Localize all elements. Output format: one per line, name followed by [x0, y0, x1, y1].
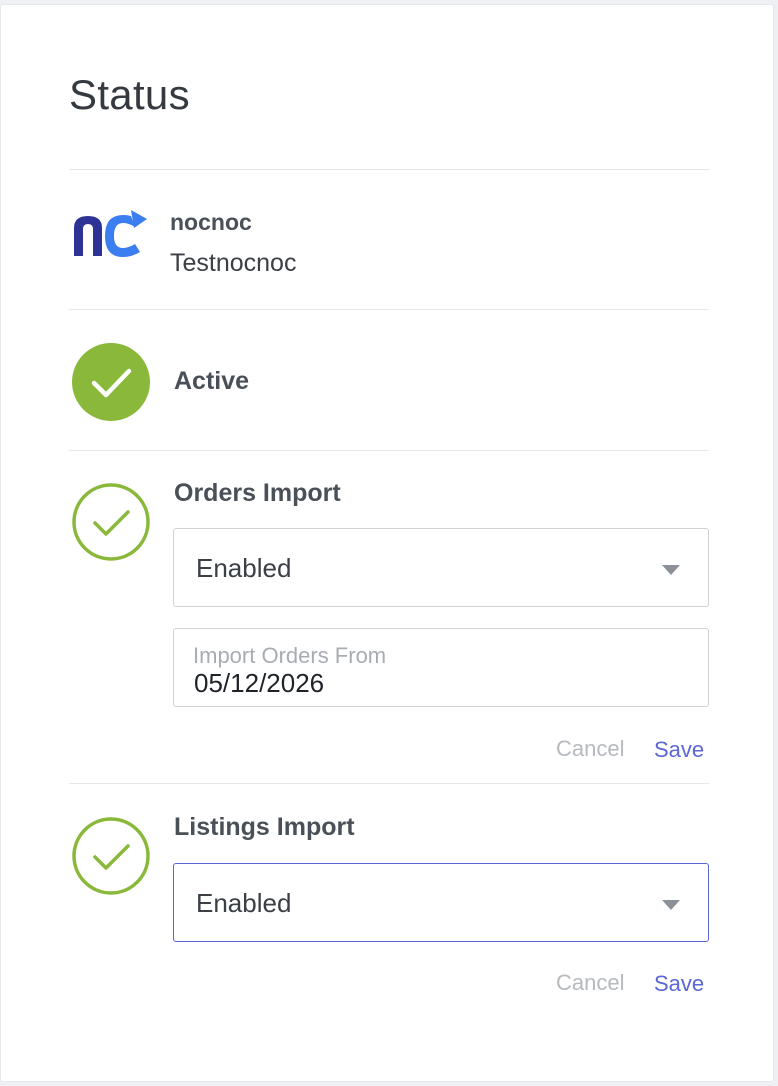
divider — [69, 450, 709, 451]
orders-import-label: Orders Import — [174, 479, 341, 507]
active-label: Active — [174, 367, 250, 395]
orders-import-cancel-button[interactable]: Cancel — [556, 736, 624, 762]
store-account: Testnocnoc — [170, 249, 297, 277]
check-circle-outline-icon — [71, 816, 151, 896]
listings-import-cancel-button[interactable]: Cancel — [556, 970, 624, 996]
store-name: nocnoc — [170, 209, 252, 235]
chevron-down-icon — [662, 565, 680, 575]
divider — [69, 169, 709, 170]
check-circle-outline-icon — [71, 482, 151, 562]
check-circle-filled-icon — [71, 342, 151, 422]
chevron-down-icon — [662, 900, 680, 910]
import-orders-from-input[interactable] — [194, 667, 674, 699]
orders-import-save-button[interactable]: Save — [654, 737, 704, 763]
listings-import-label: Listings Import — [174, 813, 355, 841]
orders-import-select[interactable]: Enabled — [173, 528, 709, 607]
nocnoc-logo-icon — [71, 210, 149, 258]
listings-import-select[interactable]: Enabled — [173, 863, 709, 942]
import-orders-from-label: Import Orders From — [193, 643, 387, 668]
status-panel: Status nocnoc Testnocnoc Active Orders I… — [0, 4, 774, 1082]
listings-import-select-value: Enabled — [196, 888, 292, 918]
page-title: Status — [69, 71, 190, 118]
orders-import-select-value: Enabled — [196, 553, 292, 583]
listings-import-save-button[interactable]: Save — [654, 971, 704, 997]
divider — [69, 309, 709, 310]
divider — [69, 783, 709, 784]
import-orders-from-field[interactable]: Import Orders From — [173, 628, 709, 707]
